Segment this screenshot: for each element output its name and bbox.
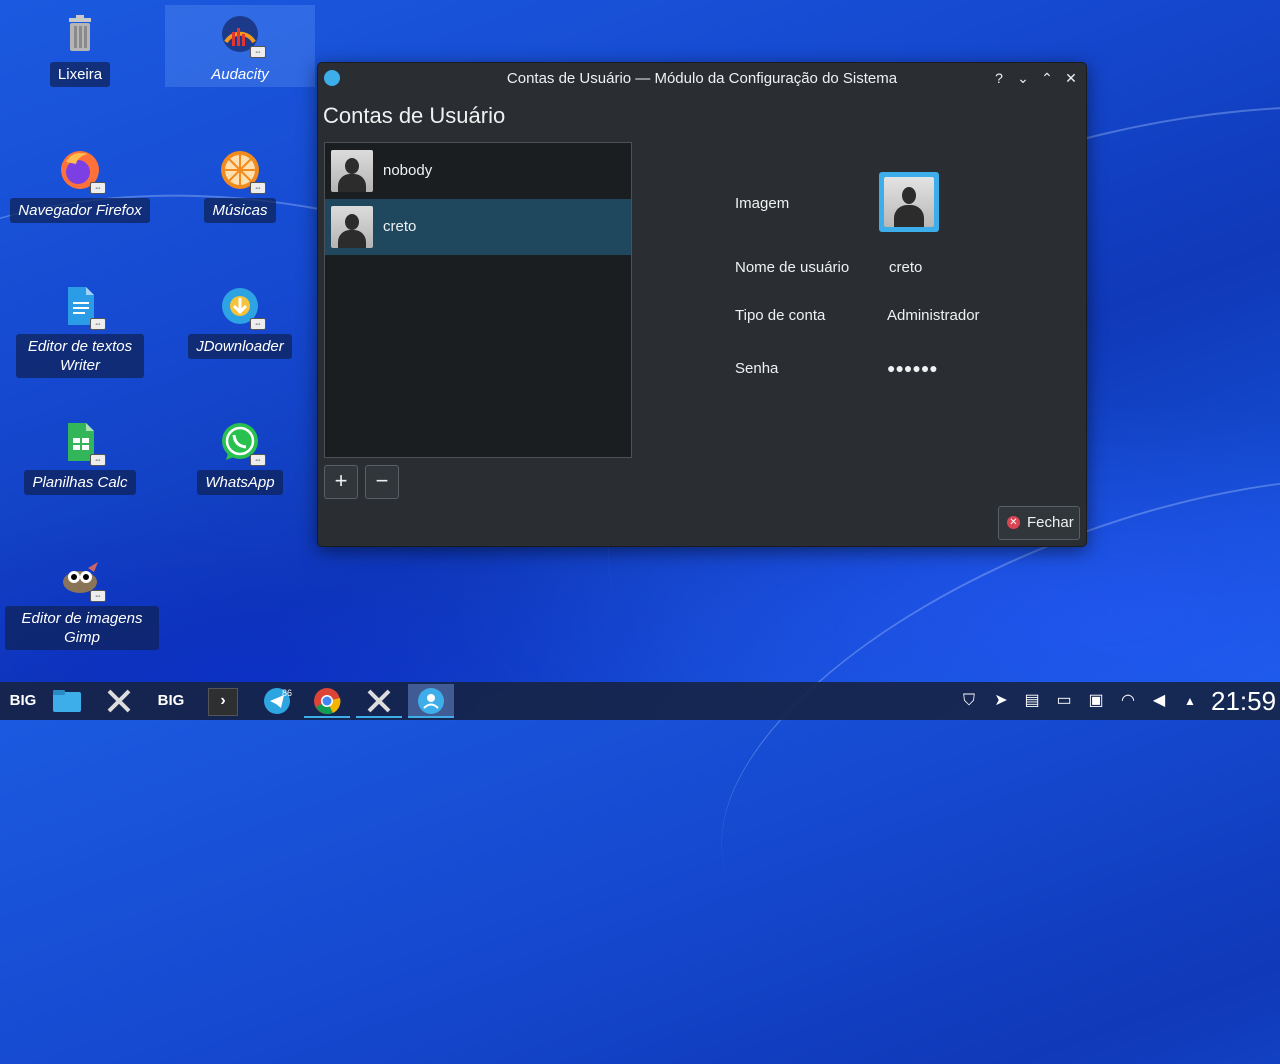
desktop-icon-calc[interactable]: ⇔ Planilhas Calc (5, 420, 155, 495)
user-name: creto (383, 218, 417, 235)
desktop-icon-label: Planilhas Calc (24, 470, 136, 495)
jdownloader-icon: ⇔ (218, 284, 266, 330)
desktop-icon-music[interactable]: ⇔ Músicas (165, 148, 315, 223)
close-icon: ✕ (1007, 516, 1020, 529)
volume-icon[interactable]: ◀ (1146, 682, 1172, 720)
display-icon[interactable]: ▣ (1083, 682, 1109, 720)
link-badge-icon: ⇔ (90, 182, 106, 194)
send-icon[interactable]: ➤ (988, 682, 1014, 720)
image-label: Imagem (735, 195, 790, 212)
user-name: nobody (383, 162, 433, 179)
close-button-label: Fechar (1027, 514, 1074, 531)
link-badge-icon: ⇔ (90, 318, 106, 330)
user-accounts-icon[interactable] (408, 684, 454, 718)
link-badge-icon: ⇔ (250, 182, 266, 194)
window-titlebar[interactable]: Contas de Usuário — Módulo da Configuraç… (318, 63, 1086, 93)
desktop-icon-label: WhatsApp (197, 470, 283, 495)
app-launcher-icon[interactable]: BIG (0, 684, 46, 718)
writer-icon: ⇔ (58, 284, 106, 330)
desktop-icon-label: Editor de imagens Gimp (5, 606, 159, 650)
taskbar: BIG BIG › 86 ⛉ ➤ ▤ ▭ ▣ ◠ ◀ ▲ 21:59 (0, 682, 1280, 720)
window-title: Contas de Usuário — Módulo da Configuraç… (506, 70, 898, 87)
wifi-icon[interactable]: ◠ (1115, 682, 1141, 720)
maximize-button[interactable]: ⌃ (1037, 68, 1057, 88)
desktop-icon-whatsapp[interactable]: ⇔ WhatsApp (165, 420, 315, 495)
username-field[interactable]: creto (889, 259, 922, 276)
user-avatar-icon (331, 150, 373, 192)
close-window-button[interactable]: ✕ (1061, 68, 1081, 88)
user-image-button[interactable] (879, 172, 939, 232)
password-label: Senha (735, 360, 779, 377)
big-tools-icon[interactable] (96, 684, 142, 718)
page-title: Contas de Usuário (323, 103, 506, 128)
remove-user-button[interactable]: − (365, 465, 399, 499)
expand-tray-icon[interactable]: ▲ (1177, 682, 1203, 720)
user-list-item[interactable]: nobody (325, 143, 631, 199)
minimize-button[interactable]: ⌄ (1013, 68, 1033, 88)
clock[interactable]: 21:59 (1211, 686, 1276, 717)
chrome-icon[interactable] (304, 684, 350, 718)
big-store-icon[interactable]: BIG (148, 684, 194, 718)
account-type-label: Tipo de conta (735, 307, 826, 324)
desktop-icon-label: Navegador Firefox (10, 198, 150, 223)
telegram-icon[interactable]: 86 (254, 684, 300, 718)
account-type-value[interactable]: Administrador (887, 307, 980, 324)
battery-icon[interactable]: ▭ (1051, 682, 1077, 720)
desktop-icon-label: JDownloader (188, 334, 292, 359)
calc-icon: ⇔ (58, 420, 106, 466)
terminal-icon[interactable]: › (200, 684, 246, 718)
desktop-icon-audacity[interactable]: ⇔ Audacity (165, 12, 315, 87)
link-badge-icon: ⇔ (250, 46, 266, 58)
user-accounts-window: Contas de Usuário — Módulo da Configuraç… (317, 62, 1087, 547)
desktop-icon-label: Audacity (211, 66, 269, 83)
gimp-icon: ⇔ (58, 556, 106, 602)
big-tools-icon[interactable] (356, 684, 402, 718)
whatsapp-icon: ⇔ (218, 420, 266, 466)
desktop-icon-writer[interactable]: ⇔ Editor de textos Writer (5, 284, 155, 378)
desktop-icon-label: Músicas (204, 198, 276, 223)
music-icon: ⇔ (218, 148, 266, 194)
telegram-badge: 86 (282, 688, 293, 698)
user-avatar-icon (884, 177, 934, 227)
user-list-item[interactable]: creto (325, 199, 631, 255)
desktop-icon-trash[interactable]: Lixeira (5, 12, 155, 87)
file-manager-icon[interactable] (44, 684, 90, 718)
audacity-icon: ⇔ (218, 12, 266, 58)
link-badge-icon: ⇔ (250, 318, 266, 330)
desktop-icon-label: Lixeira (49, 62, 111, 87)
trash-icon (58, 12, 102, 56)
add-user-button[interactable]: + (324, 465, 358, 499)
help-button[interactable]: ? (989, 68, 1009, 88)
clipboard-icon[interactable]: ▤ (1019, 682, 1045, 720)
firefox-icon: ⇔ (58, 148, 106, 194)
link-badge-icon: ⇔ (90, 590, 106, 602)
terminal-glyph: › (208, 688, 238, 716)
desktop-icon-firefox[interactable]: ⇔ Navegador Firefox (5, 148, 155, 223)
user-list: nobody creto (324, 142, 632, 458)
password-field[interactable]: ●●●●●● (887, 360, 938, 376)
user-avatar-icon (331, 206, 373, 248)
username-label: Nome de usuário (735, 259, 850, 276)
desktop-icon-label: Editor de textos Writer (16, 334, 144, 378)
shield-icon[interactable]: ⛉ (956, 682, 982, 720)
desktop-icon-gimp[interactable]: ⇔ Editor de imagens Gimp (5, 556, 159, 650)
link-badge-icon: ⇔ (90, 454, 106, 466)
link-badge-icon: ⇔ (250, 454, 266, 466)
close-button[interactable]: ✕ Fechar (998, 506, 1080, 540)
desktop-icon-jdownloader[interactable]: ⇔ JDownloader (165, 284, 315, 359)
